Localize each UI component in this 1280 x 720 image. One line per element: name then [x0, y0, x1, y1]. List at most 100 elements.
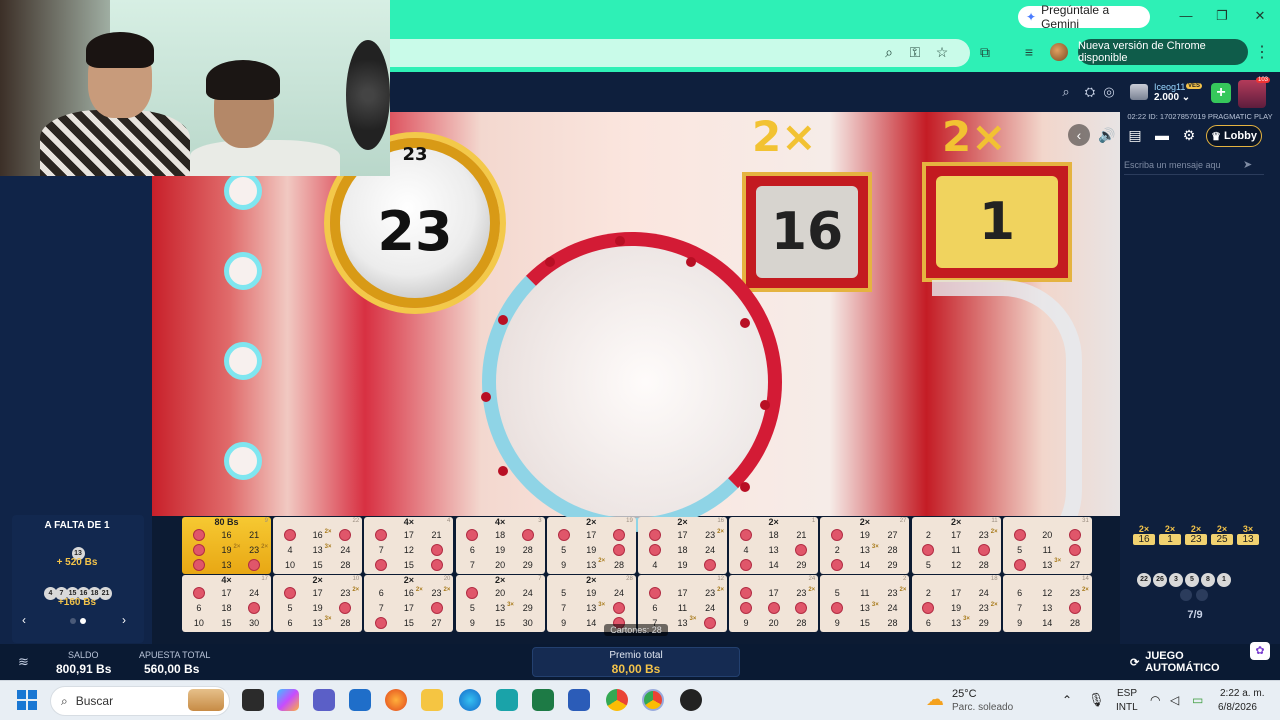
card-cell-marked: [367, 615, 395, 630]
cell-number: 24: [522, 588, 533, 599]
cell-number: 17: [586, 530, 597, 541]
cell-number: 11: [860, 588, 870, 599]
app-icon[interactable]: [680, 689, 702, 711]
history-icon[interactable]: ▤: [1124, 124, 1146, 146]
edge-icon[interactable]: [459, 689, 481, 711]
multiplier-sign-left: 16: [742, 172, 872, 292]
bingo-card[interactable]: 4× 3 18 6 19 28 7 20 29: [455, 517, 545, 574]
bingo-card[interactable]: 4× 4 17 21 7 12 15: [364, 517, 454, 574]
card-cell: 7: [367, 543, 395, 558]
card-cell-marked: [915, 543, 943, 558]
cell-number: 20: [495, 588, 506, 599]
task-view-icon[interactable]: [242, 689, 264, 711]
cell-number: 11: [951, 544, 961, 555]
cell-number: 28: [887, 544, 898, 555]
card-cell: 23 2×: [696, 528, 724, 543]
bingo-card[interactable]: 18 2 17 24 19 23 2× 6 13 3× 29: [911, 575, 1001, 632]
cell-number: 11: [1042, 544, 1052, 555]
menu-kebab-icon[interactable]: ⋮: [1254, 42, 1270, 62]
tray-chevron-icon[interactable]: ⌃: [1062, 693, 1072, 707]
cell-number: 5: [561, 544, 567, 555]
chrome-update-button[interactable]: Nueva versión de Chrome disponible: [1078, 39, 1248, 65]
collapse-chevron-icon[interactable]: ‹: [1068, 124, 1090, 146]
bingo-card[interactable]: 2× 20 6 16 2× 23 2× 7 17 15 27: [364, 575, 454, 632]
user-avatar[interactable]: [1238, 80, 1266, 108]
prev-page-icon[interactable]: ‹: [22, 613, 26, 627]
word-icon[interactable]: [568, 689, 590, 711]
card-index: 22: [352, 518, 360, 524]
search-icon[interactable]: ⌕: [1057, 84, 1075, 100]
gemini-button[interactable]: ✦ Pregúntale a Gemini: [1018, 3, 1150, 31]
lobby-button[interactable]: ♛ Lobby: [1206, 125, 1262, 147]
chrome-icon[interactable]: [606, 689, 628, 711]
chrome-active-icon[interactable]: [642, 689, 664, 711]
deposit-button[interactable]: +: [1211, 83, 1231, 103]
bingo-card[interactable]: 80 Bs 9 16 21 19 2× 23 2× 13: [182, 517, 271, 574]
volume-icon[interactable]: ◁: [1170, 693, 1179, 707]
teams-icon[interactable]: [313, 689, 335, 711]
user-balance-box[interactable]: Iceog11 VES 2.000 ⌄: [1130, 82, 1210, 104]
bookmark-star-icon[interactable]: ☆: [933, 44, 951, 61]
gemini-label: Pregúntale a Gemini: [1041, 3, 1110, 31]
coins-stack-icon[interactable]: ≋: [18, 654, 29, 670]
file-explorer-icon[interactable]: [421, 689, 443, 711]
cell-number: 17: [403, 530, 414, 541]
search-icon: ⌕: [61, 693, 68, 708]
cell-number: 23: [978, 602, 989, 613]
minimize-icon[interactable]: —: [1176, 8, 1196, 23]
bingo-card[interactable]: 22 16 2× 4 13 3× 24 10 15 28: [273, 517, 363, 574]
store-icon[interactable]: [349, 689, 371, 711]
windows-start-icon[interactable]: [17, 690, 37, 710]
bingo-card[interactable]: 2× 10 17 23 2× 5 19 6 13 3× 28: [273, 575, 363, 632]
password-key-icon[interactable]: ⚿: [906, 44, 924, 61]
card-cell-marked: [185, 528, 213, 543]
next-page-icon[interactable]: ›: [122, 613, 126, 627]
chat-icon[interactable]: ▬: [1151, 124, 1173, 146]
bingo-card[interactable]: 2× 1 18 21 4 13 14 29: [729, 517, 819, 574]
card-cell: 14: [1033, 615, 1061, 630]
page-dot-active[interactable]: [80, 618, 86, 624]
profile-avatar[interactable]: [1050, 43, 1068, 61]
bingo-card[interactable]: 14 6 12 23 2× 7 13 9 14 28: [1002, 575, 1092, 632]
page-dot[interactable]: [70, 618, 76, 624]
cell-number: 7: [1017, 602, 1023, 613]
cell-number: 23: [705, 588, 716, 599]
bingo-card[interactable]: 31 20 5 11 13 3× 27: [1002, 517, 1092, 574]
bingo-card[interactable]: 2× 19 17 5 19 9 13 2× 28: [546, 517, 636, 574]
bingo-card[interactable]: 2× 16 17 23 2× 18 24 4 19: [638, 517, 727, 574]
battery-icon[interactable]: ▭: [1192, 693, 1203, 707]
bingo-card[interactable]: 2× 7 20 24 5 13 3× 29 9 15 30: [455, 575, 545, 632]
assistant-icon[interactable]: ✿: [1250, 642, 1270, 660]
card-multiplier: 2×: [586, 517, 597, 527]
bingo-card[interactable]: 2× 11 2 17 23 2× 11 5 12 28: [911, 517, 1001, 574]
cell-multiplier: 2×: [717, 529, 724, 535]
media-queue-icon[interactable]: ≡: [1020, 44, 1038, 60]
restore-icon[interactable]: ❐: [1212, 8, 1232, 24]
card-index: 7: [538, 576, 542, 582]
sound-icon[interactable]: 🔊: [1096, 124, 1118, 146]
bingo-card[interactable]: 2 5 11 23 2× 13 3× 24 9 15 28: [820, 575, 910, 632]
copilot-icon[interactable]: [277, 689, 299, 711]
bingo-card[interactable]: 2× 27 19 27 2 13 3× 28 14 29: [820, 517, 910, 574]
cell-number: 6: [925, 617, 931, 628]
auto-play-button[interactable]: ⟳ JUEGO AUTOMÁTICO: [1130, 650, 1260, 674]
wifi-icon[interactable]: ◠: [1150, 693, 1160, 707]
excel-icon[interactable]: [532, 689, 554, 711]
settings-gear-icon[interactable]: ⚙: [1178, 124, 1200, 146]
extensions-icon[interactable]: ⧉: [976, 44, 994, 61]
widgets-icon[interactable]: [188, 689, 224, 711]
gift-icon[interactable]: ⛭: [1081, 84, 1099, 100]
app-icon[interactable]: [496, 689, 518, 711]
near-win-prize: + 520 Bs: [56, 557, 98, 568]
microphone-icon[interactable]: 🎙: [1088, 692, 1105, 708]
support-icon[interactable]: ◎: [1100, 84, 1118, 100]
card-cell: 20: [486, 586, 514, 601]
bingo-card[interactable]: 24 17 23 2× 9 20 28: [729, 575, 819, 632]
firefox-icon[interactable]: [385, 689, 407, 711]
zoom-icon[interactable]: ⌕: [880, 44, 898, 61]
close-icon[interactable]: ✕: [1250, 8, 1270, 24]
card-cell: 12: [395, 543, 423, 558]
sign-multiplier: 2×: [942, 112, 1007, 161]
send-icon[interactable]: ➤: [1243, 158, 1252, 171]
bingo-card[interactable]: 4× 17 17 24 6 18 10 15 30: [182, 575, 271, 632]
